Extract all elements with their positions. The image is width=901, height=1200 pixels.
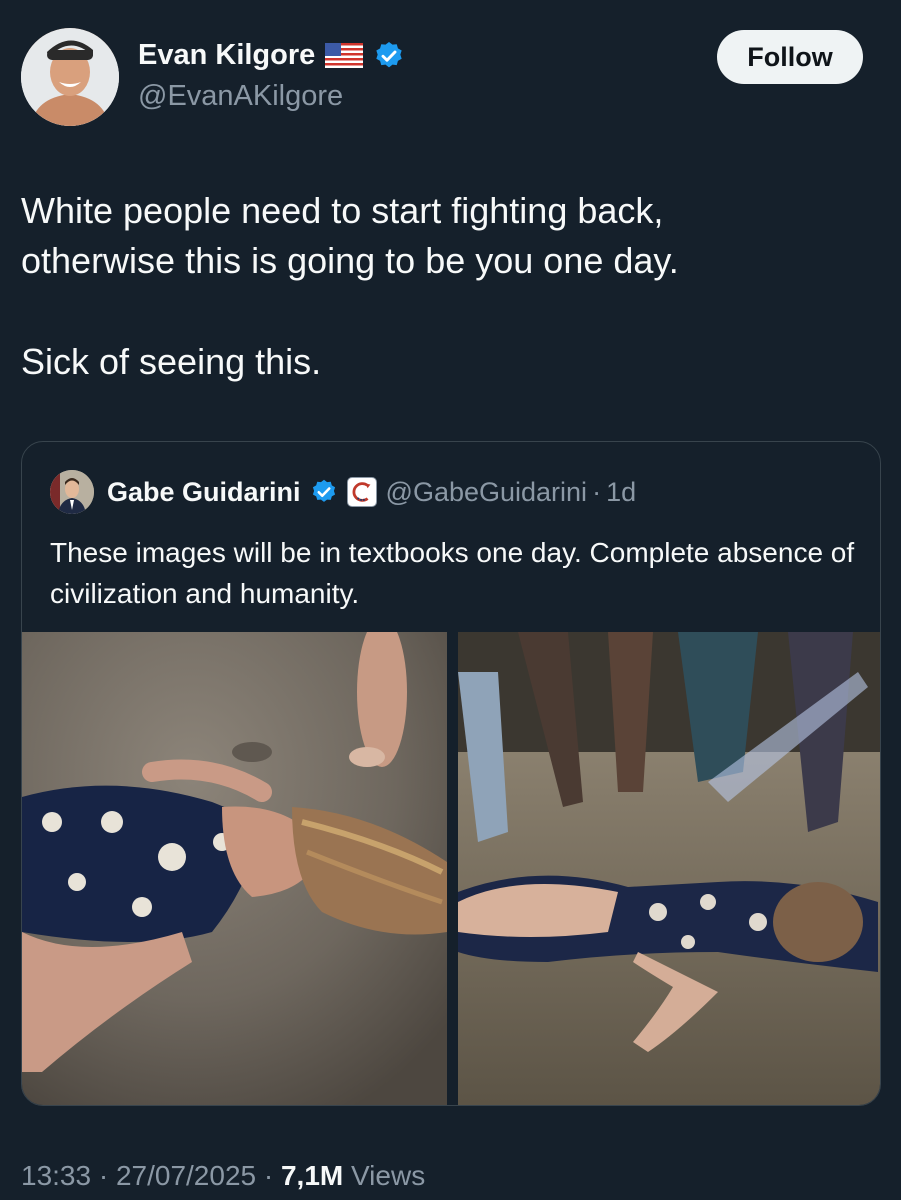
tweet-metadata: 13:33 · 27/07/2025 · 7,1M Views	[21, 1160, 425, 1192]
author-name[interactable]: Evan Kilgore	[138, 39, 315, 72]
views-count[interactable]: 7,1M	[281, 1160, 343, 1191]
quoted-media-photo-2[interactable]	[458, 632, 880, 1105]
quoted-media-photo-1[interactable]	[22, 632, 447, 1105]
separator-dot: ·	[592, 476, 602, 507]
tweet-text-line: Sick of seeing this.	[21, 341, 322, 382]
tweet-text-line: otherwise this is going to be you one da…	[21, 240, 679, 281]
affiliation-badge-icon[interactable]	[346, 477, 377, 507]
quoted-author-avatar[interactable]	[50, 470, 94, 514]
quoted-tweet-card[interactable]: Gabe Guidarini @GabeGuidarini · 1d These…	[21, 441, 881, 1106]
tweet-text: White people need to start fighting back…	[21, 186, 881, 387]
author-avatar[interactable]	[21, 28, 119, 126]
verified-badge-icon	[310, 478, 338, 506]
quoted-tweet-time[interactable]: 1d	[606, 477, 636, 508]
quoted-author-name[interactable]: Gabe Guidarini	[107, 477, 301, 508]
verified-badge-icon	[373, 40, 405, 72]
tweet-text-line: White people need to start fighting back…	[21, 190, 664, 231]
views-label: Views	[343, 1160, 426, 1191]
tweet-timestamp[interactable]: 13:33 · 27/07/2025 ·	[21, 1160, 281, 1191]
author-handle[interactable]: @EvanAKilgore	[138, 80, 343, 113]
quoted-author-handle[interactable]: @GabeGuidarini	[386, 477, 588, 508]
author-name-row[interactable]: Evan Kilgore	[138, 39, 405, 72]
quoted-tweet-text: These images will be in textbooks one da…	[50, 537, 855, 609]
quoted-tweet-header: Gabe Guidarini @GabeGuidarini · 1d	[50, 470, 636, 514]
us-flag-icon	[325, 43, 364, 68]
follow-button[interactable]: Follow	[717, 30, 863, 84]
